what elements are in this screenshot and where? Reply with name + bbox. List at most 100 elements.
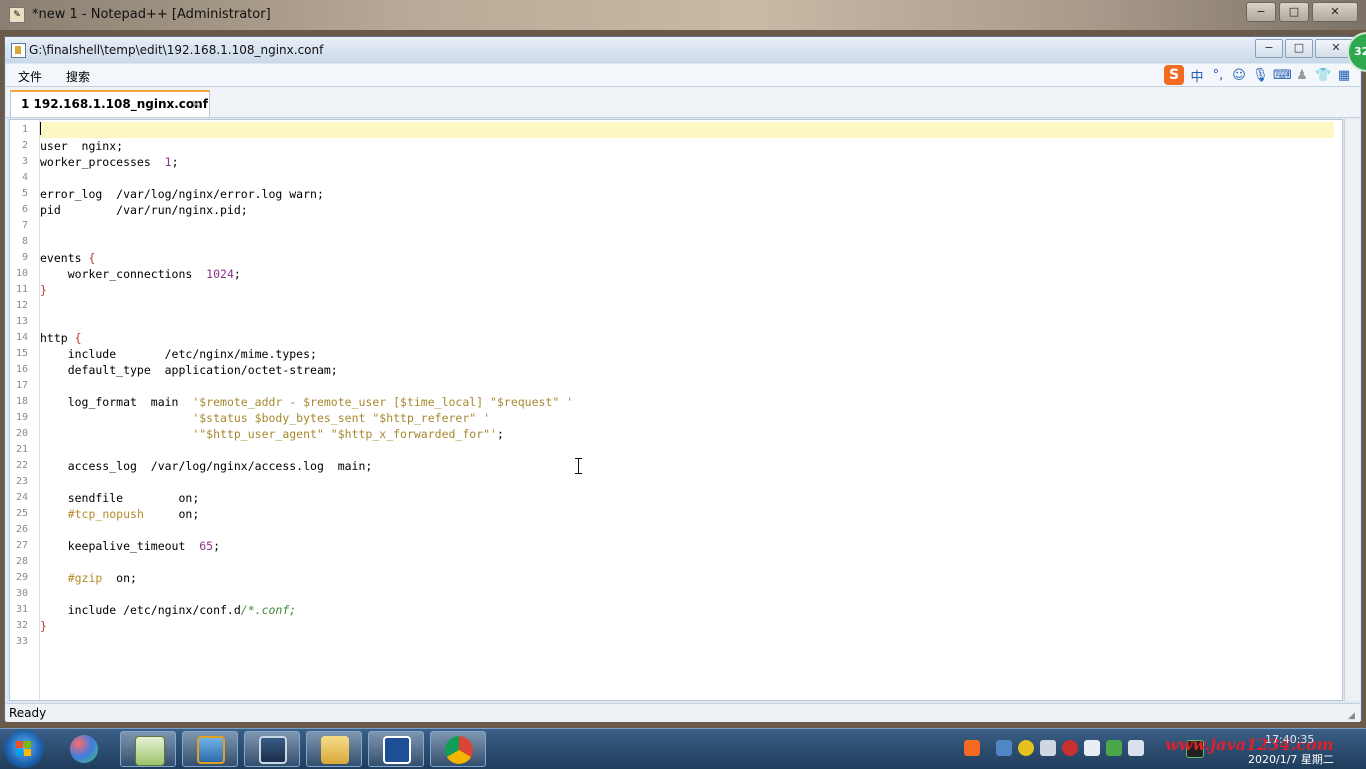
code-line[interactable] [40,474,1342,490]
line-number[interactable]: 1 [10,124,28,135]
taskbar-app-finalshell[interactable] [368,731,424,767]
line-number[interactable]: 13 [10,316,28,327]
line-number[interactable]: 23 [10,476,28,487]
tab-close-icon[interactable]: × [191,97,201,111]
code-line[interactable]: #gzip on; [40,570,1342,586]
code-line[interactable] [40,170,1342,186]
resize-grip-icon[interactable]: ◢ [1348,711,1358,721]
usb-tray-icon[interactable] [1084,740,1100,756]
code-line[interactable] [40,634,1342,650]
line-number[interactable]: 9 [10,252,28,263]
line-number[interactable]: 3 [10,156,28,167]
menu-search[interactable]: 搜索 [66,68,90,85]
minimize-button[interactable]: − [1255,39,1283,58]
code-line[interactable] [40,378,1342,394]
user-icon[interactable]: ♟ [1294,68,1310,83]
taskbar-app-remote[interactable] [244,731,300,767]
code-line[interactable]: access_log /var/log/nginx/access.log mai… [40,458,1342,474]
taskbar-app-vm[interactable] [182,731,238,767]
line-number[interactable]: 21 [10,444,28,455]
display-tray-icon[interactable] [1040,740,1056,756]
line-number[interactable]: 5 [10,188,28,199]
line-number[interactable]: 20 [10,428,28,439]
code-line[interactable]: '"$http_user_agent" "$http_x_forwarded_f… [40,426,1342,442]
security-tray-icon[interactable] [1062,740,1078,756]
line-number[interactable]: 7 [10,220,28,231]
line-number[interactable]: 19 [10,412,28,423]
line-number[interactable]: 16 [10,364,28,375]
bg-maximize-icon[interactable]: □ [1279,2,1309,22]
sogou-tray-icon[interactable] [964,740,980,756]
code-line[interactable] [40,442,1342,458]
taskbar-app-chrome[interactable] [430,731,486,767]
code-line[interactable]: '$status $body_bytes_sent "$http_referer… [40,410,1342,426]
line-number[interactable]: 14 [10,332,28,343]
menu-file[interactable]: 文件 [18,68,42,85]
bg-close-icon[interactable]: ✕ [1312,2,1358,22]
code-line[interactable]: worker_connections 1024; [40,266,1342,282]
line-number[interactable]: 27 [10,540,28,551]
clock-time[interactable]: 17:40:35 [1265,733,1314,746]
code-line[interactable]: include /etc/nginx/mime.types; [40,346,1342,362]
line-number[interactable]: 25 [10,508,28,519]
code-line[interactable] [40,122,1334,138]
code-line[interactable] [40,234,1342,250]
line-number[interactable]: 26 [10,524,28,535]
emoji-icon[interactable]: ☺ [1231,68,1247,83]
code-line[interactable] [40,586,1342,602]
code-line[interactable]: } [40,618,1342,634]
taskbar-app-photos[interactable] [56,731,112,767]
tab-nginx-conf[interactable]: 1 192.168.1.108_nginx.conf × [10,90,210,117]
window-titlebar[interactable]: G:\finalshell\temp\edit\192.168.1.108_ng… [5,37,1361,63]
keyboard-icon[interactable]: ⌨ [1273,68,1292,83]
line-number[interactable]: 6 [10,204,28,215]
line-number[interactable]: 28 [10,556,28,567]
code-line[interactable]: } [40,282,1342,298]
line-number[interactable]: 17 [10,380,28,391]
line-number[interactable]: 8 [10,236,28,247]
code-line[interactable]: http { [40,330,1342,346]
bg-minimize-icon[interactable]: − [1246,2,1276,22]
code-line[interactable] [40,218,1342,234]
code-line[interactable] [40,522,1342,538]
line-number[interactable]: 18 [10,396,28,407]
code-line[interactable]: events { [40,250,1342,266]
line-number[interactable]: 12 [10,300,28,311]
start-button[interactable] [4,730,44,768]
line-number[interactable]: 4 [10,172,28,183]
line-number[interactable]: 31 [10,604,28,615]
code-line[interactable] [40,298,1342,314]
taskbar-app-notepadpp[interactable] [120,731,176,767]
line-number[interactable]: 30 [10,588,28,599]
line-number[interactable]: 29 [10,572,28,583]
skin-icon[interactable]: 👕 [1315,68,1331,83]
code-line[interactable]: default_type application/octet-stream; [40,362,1342,378]
clock-date[interactable]: 2020/1/7 星期二 [1248,751,1334,767]
line-number[interactable]: 10 [10,268,28,279]
shield-tray-icon[interactable] [1106,740,1122,756]
ime-punct-toggle[interactable]: °, [1210,68,1226,83]
ime-lang-toggle[interactable]: 中 [1189,66,1205,85]
line-number[interactable]: 15 [10,348,28,359]
line-number[interactable]: 22 [10,460,28,471]
code-line[interactable] [40,314,1342,330]
code-line[interactable]: error_log /var/log/nginx/error.log warn; [40,186,1342,202]
line-number[interactable]: 33 [10,636,28,647]
line-number[interactable]: 24 [10,492,28,503]
line-number[interactable]: 32 [10,620,28,631]
monitor-tray-icon[interactable] [1128,740,1144,756]
line-number[interactable]: 2 [10,140,28,151]
microphone-icon[interactable]: 🎙 [1252,68,1269,83]
code-line[interactable]: include /etc/nginx/conf.d/*.conf; [40,602,1342,618]
taskbar-app-explorer[interactable] [306,731,362,767]
code-line[interactable]: keepalive_timeout 65; [40,538,1342,554]
maximize-button[interactable]: □ [1285,39,1313,58]
code-line[interactable]: worker_processes 1; [40,154,1342,170]
grid-icon[interactable]: ▦ [1336,68,1352,83]
vertical-scrollbar[interactable] [1344,119,1360,701]
sogou-logo-icon[interactable]: S [1164,65,1184,85]
code-editor[interactable]: 1 2 3 4 5 6 7 8 9 10 11 12 13 14 15 16 17 18 19 20 21 22 23 24 2… [9,119,1343,701]
plus-tray-icon[interactable] [1018,740,1034,756]
network-tray-icon[interactable] [996,740,1012,756]
code-line[interactable]: log_format main '$remote_addr - $remote_… [40,394,1342,410]
